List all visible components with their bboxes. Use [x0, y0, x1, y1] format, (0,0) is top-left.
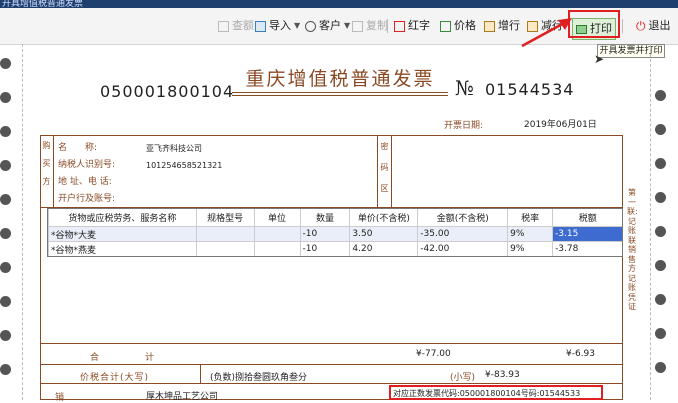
item-price-cell[interactable]: 3.50	[349, 226, 419, 242]
item-unit-cell[interactable]	[253, 241, 301, 257]
add-line-icon	[484, 20, 495, 32]
power-icon: ⏻	[636, 19, 646, 33]
red-arrow-annotation	[521, 18, 572, 48]
grand-total-label: 价税合计(大写)	[80, 373, 150, 383]
chevron-down-icon: ▼	[294, 21, 301, 30]
item-qty-cell[interactable]: -10	[299, 226, 351, 242]
mouse-cursor-icon: ➤	[594, 52, 605, 66]
seller-side-label: 销	[55, 393, 65, 403]
remark-text[interactable]: 对应正数发票代码:050001800104号码:01544533	[393, 388, 580, 399]
buyer-field-labels: 名 称: 纳税人识别号: 地 址、电 话: 开户行及账号:	[58, 143, 116, 204]
import-button[interactable]: 导入 ▼	[255, 17, 300, 35]
goods-table: 货物或应税劳务、服务名称 规格型号 单位 数量 单价(不含税) 金额(不含税) …	[48, 208, 623, 257]
item-name-cell[interactable]: *谷物*大麦	[48, 226, 197, 242]
col-header: 规格型号	[195, 208, 255, 227]
total-amount: ¥-77.00	[416, 349, 451, 359]
col-header: 金额(不含税)	[417, 208, 508, 227]
price-icon	[440, 20, 451, 32]
red-invoice-button[interactable]: 红字	[394, 17, 430, 35]
col-header: 单价(不含税)	[349, 208, 418, 227]
divider	[200, 364, 201, 383]
toolbar-separator	[387, 19, 388, 33]
total-label: 合	[90, 353, 108, 363]
copy-icon	[352, 20, 363, 32]
divider	[40, 364, 623, 365]
item-spec-cell[interactable]	[195, 226, 255, 242]
item-rate-cell[interactable]: 9%	[507, 241, 554, 257]
grand-total-lower: ¥-83.93	[485, 370, 520, 380]
item-qty-cell[interactable]: -10	[299, 241, 351, 257]
password-area-label: 密 码 区	[377, 135, 392, 207]
number-symbol: №	[455, 76, 474, 100]
col-header: 货物或应税劳务、服务名称	[48, 208, 197, 227]
item-name-cell[interactable]: *谷物*燕麦	[48, 241, 197, 257]
date-label: 开票日期:	[444, 121, 484, 131]
buyer-address-field[interactable]	[146, 174, 366, 191]
toolbar-separator	[622, 19, 623, 33]
invoice-code: 050001800104	[100, 82, 235, 101]
grand-total-upper: (负数)捌拾叁圆玖角叁分	[210, 373, 308, 383]
buyer-tax-id-field[interactable]: 101254658521321	[146, 157, 366, 174]
copy-button[interactable]: 复制	[352, 17, 388, 35]
divider	[40, 343, 623, 344]
perforation-line	[22, 44, 23, 400]
col-header: 数量	[299, 208, 350, 227]
col-header: 税率	[507, 208, 553, 227]
price-button[interactable]: 价格	[440, 17, 476, 35]
invoice-date: 2019年06月01日	[524, 120, 597, 130]
red-doc-icon	[394, 20, 405, 32]
item-rate-cell[interactable]: 9%	[507, 226, 554, 242]
col-header: 税额	[552, 208, 623, 227]
total-label: 计	[145, 353, 155, 363]
total-tax: ¥-6.93	[566, 349, 596, 359]
import-icon	[255, 20, 266, 32]
grand-total-lower-label: (小写)	[450, 373, 476, 383]
user-icon	[305, 20, 316, 32]
copy-type-note: 第一联:记账联 销售方记账凭证	[627, 188, 638, 311]
table-header: 货物或应税劳务、服务名称 规格型号 单位 数量 单价(不含税) 金额(不含税) …	[48, 208, 623, 227]
perforation-line	[650, 44, 651, 400]
buyer-side-label: 购 买 方	[40, 135, 54, 207]
item-unit-cell[interactable]	[253, 226, 301, 242]
invoice-number: 01544534	[485, 80, 575, 99]
buyer-field-values: 亚飞齐科技公司 101254658521321	[146, 140, 366, 208]
title-underline	[232, 92, 448, 93]
table-row[interactable]: *谷物*大麦 -10 3.50 -35.00 9% -3.15	[48, 226, 623, 242]
cancel-icon	[218, 20, 229, 32]
divider	[40, 383, 623, 384]
item-amount-cell[interactable]: -42.00	[417, 241, 509, 257]
item-tax-cell[interactable]: -3.15	[552, 226, 623, 242]
buyer-bank-field[interactable]	[146, 191, 366, 208]
left-tractor-holes	[0, 58, 14, 400]
print-tooltip: 开具发票并打印	[597, 44, 665, 58]
chevron-down-icon: ▼	[344, 21, 351, 30]
invoice-title: 重庆增值税普通发票	[245, 68, 435, 90]
item-price-cell[interactable]: 4.20	[349, 241, 419, 257]
buyer-name-field[interactable]: 亚飞齐科技公司	[146, 140, 366, 157]
window-titlebar: 开具增值税普通发票	[0, 0, 678, 9]
exit-button[interactable]: ⏻ 退出	[636, 17, 671, 35]
right-tractor-holes	[655, 58, 669, 400]
seller-name-field[interactable]: 厚木坤品工艺公司	[146, 389, 218, 402]
col-header: 单位	[253, 208, 301, 227]
item-spec-cell[interactable]	[195, 241, 255, 257]
customer-button[interactable]: 客户 ▼	[305, 17, 350, 35]
cancel-button[interactable]: 查额	[218, 17, 254, 35]
title-underline	[232, 95, 448, 96]
item-amount-cell[interactable]: -35.00	[417, 226, 509, 242]
table-row[interactable]: *谷物*燕麦 -10 4.20 -42.00 9% -3.78	[48, 241, 623, 257]
item-tax-cell[interactable]: -3.78	[552, 241, 623, 257]
add-line-button[interactable]: 增行	[484, 17, 520, 35]
